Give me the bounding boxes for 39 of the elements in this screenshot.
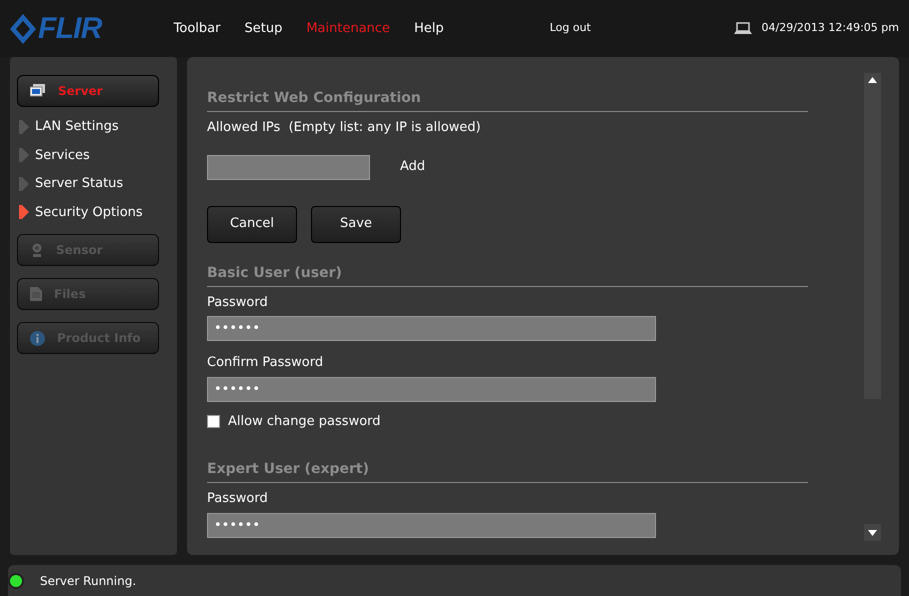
form-button[interactable]: Cancel xyxy=(207,206,297,242)
logo: FLIR xyxy=(10,6,102,51)
laptop-icon xyxy=(734,22,752,35)
sidebar-item[interactable]: Services xyxy=(19,146,174,165)
password-field[interactable]: •••••• xyxy=(207,376,656,402)
diamond-icon xyxy=(10,14,36,44)
camera-icon xyxy=(30,243,44,257)
field-label: Password xyxy=(207,490,269,508)
password-field[interactable]: •••••• xyxy=(207,316,656,341)
arrow-icon xyxy=(19,148,29,162)
ip-input-field[interactable] xyxy=(207,154,370,180)
allowed-ips-label: Allowed IPs (Empty list: any IP is allowed) xyxy=(207,119,482,137)
nav-link[interactable]: Maintenance xyxy=(306,18,390,38)
nav-link[interactable]: Setup xyxy=(244,18,282,38)
form-button[interactable]: Save xyxy=(311,206,401,242)
field-label: Confirm Password xyxy=(207,354,324,372)
status-text: Server Running. xyxy=(40,572,136,590)
add-button[interactable]: Add xyxy=(400,157,426,177)
section-title: Basic User (user) xyxy=(207,264,342,280)
sidebar-item[interactable]: Security Options xyxy=(19,202,174,222)
nav-link[interactable]: Help xyxy=(414,18,444,38)
up-arrow-icon[interactable] xyxy=(868,77,877,83)
info-icon xyxy=(30,330,45,346)
arrow-icon xyxy=(19,205,29,220)
arrow-icon xyxy=(19,176,29,191)
logout-link[interactable]: Log out xyxy=(550,20,591,37)
section-title: Expert User (expert) xyxy=(207,461,369,477)
document-icon xyxy=(30,287,42,301)
sidebar-item[interactable]: LAN Settings xyxy=(19,117,174,136)
date-time: 04/29/2013 12:49:05 pm xyxy=(762,20,899,36)
section-title: Restrict Web Configuration xyxy=(207,90,421,106)
down-arrow-icon[interactable] xyxy=(868,530,877,536)
field-label: Password xyxy=(207,294,269,312)
monitor-icon xyxy=(30,84,46,98)
allow-change-checkbox[interactable]: Allow change password xyxy=(207,412,899,431)
password-field[interactable]: •••••• xyxy=(207,512,656,538)
arrow-icon xyxy=(19,120,29,134)
nav-link[interactable]: Toolbar xyxy=(174,18,220,38)
sidebar-item[interactable]: Server Status xyxy=(19,174,174,194)
